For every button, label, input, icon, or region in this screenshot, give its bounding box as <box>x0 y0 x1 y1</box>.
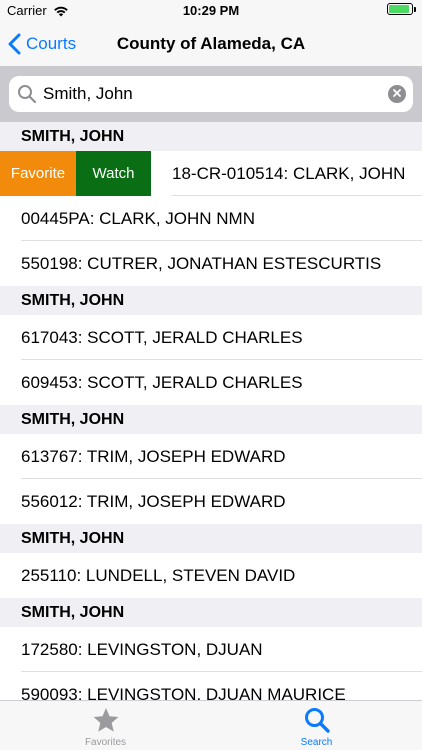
navigation-bar: Courts County of Alameda, CA <box>0 22 422 66</box>
tab-search[interactable]: Search <box>211 701 422 750</box>
list-item-label: 18-CR-010514: CLARK, JOHN <box>172 164 406 183</box>
section-header: SMITH, JOHN <box>0 405 422 434</box>
magnifier-icon <box>303 706 331 734</box>
clear-search-button[interactable] <box>388 85 406 103</box>
battery-icon <box>387 3 413 15</box>
tab-favorites[interactable]: Favorites <box>0 701 211 750</box>
swipe-actions: Favorite Watch <box>0 151 151 196</box>
status-bar: Carrier 10:29 PM <box>0 0 422 22</box>
list-item[interactable]: 613767: TRIM, JOSEPH EDWARD <box>0 434 422 479</box>
tab-search-label: Search <box>300 737 333 748</box>
close-icon <box>392 85 402 103</box>
list-item[interactable]: 255110: LUNDELL, STEVEN DAVID <box>0 553 422 598</box>
tab-bar: Favorites Search <box>0 700 422 750</box>
section-header: SMITH, JOHN <box>0 598 422 627</box>
status-right <box>387 3 416 15</box>
section-header: SMITH, JOHN <box>0 122 422 151</box>
list-item[interactable]: 609453: SCOTT, JERALD CHARLES <box>0 360 422 405</box>
tab-favorites-label: Favorites <box>84 737 127 748</box>
watch-button[interactable]: Watch <box>76 151 151 196</box>
results-list: SMITH, JOHN Favorite Watch 18-CR-010514:… <box>0 122 422 700</box>
search-icon <box>17 84 37 104</box>
section-header: SMITH, JOHN <box>0 286 422 315</box>
list-item[interactable]: 617043: SCOTT, JERALD CHARLES <box>0 315 422 360</box>
page-title: County of Alameda, CA <box>116 34 306 53</box>
list-item[interactable]: 556012: TRIM, JOSEPH EDWARD <box>0 479 422 524</box>
search-field[interactable] <box>9 76 413 112</box>
battery-level <box>389 5 409 13</box>
section-header: SMITH, JOHN <box>0 524 422 553</box>
swiped-list-item[interactable]: Favorite Watch 18-CR-010514: CLARK, JOHN <box>0 151 422 196</box>
search-input[interactable] <box>43 84 373 104</box>
status-time: 10:29 PM <box>182 3 240 18</box>
list-item[interactable]: 00445PA: CLARK, JOHN NMN <box>0 196 422 241</box>
list-item[interactable]: 550198: CUTRER, JONATHAN ESTESCURTIS <box>0 241 422 286</box>
star-icon <box>92 706 120 734</box>
list-item[interactable]: 172580: LEVINGSTON, DJUAN <box>0 627 422 672</box>
favorite-button[interactable]: Favorite <box>0 151 76 196</box>
list-item[interactable]: 590093: LEVINGSTON, DJUAN MAURICE <box>0 672 422 700</box>
battery-nub <box>414 6 416 12</box>
search-bar <box>0 66 422 122</box>
